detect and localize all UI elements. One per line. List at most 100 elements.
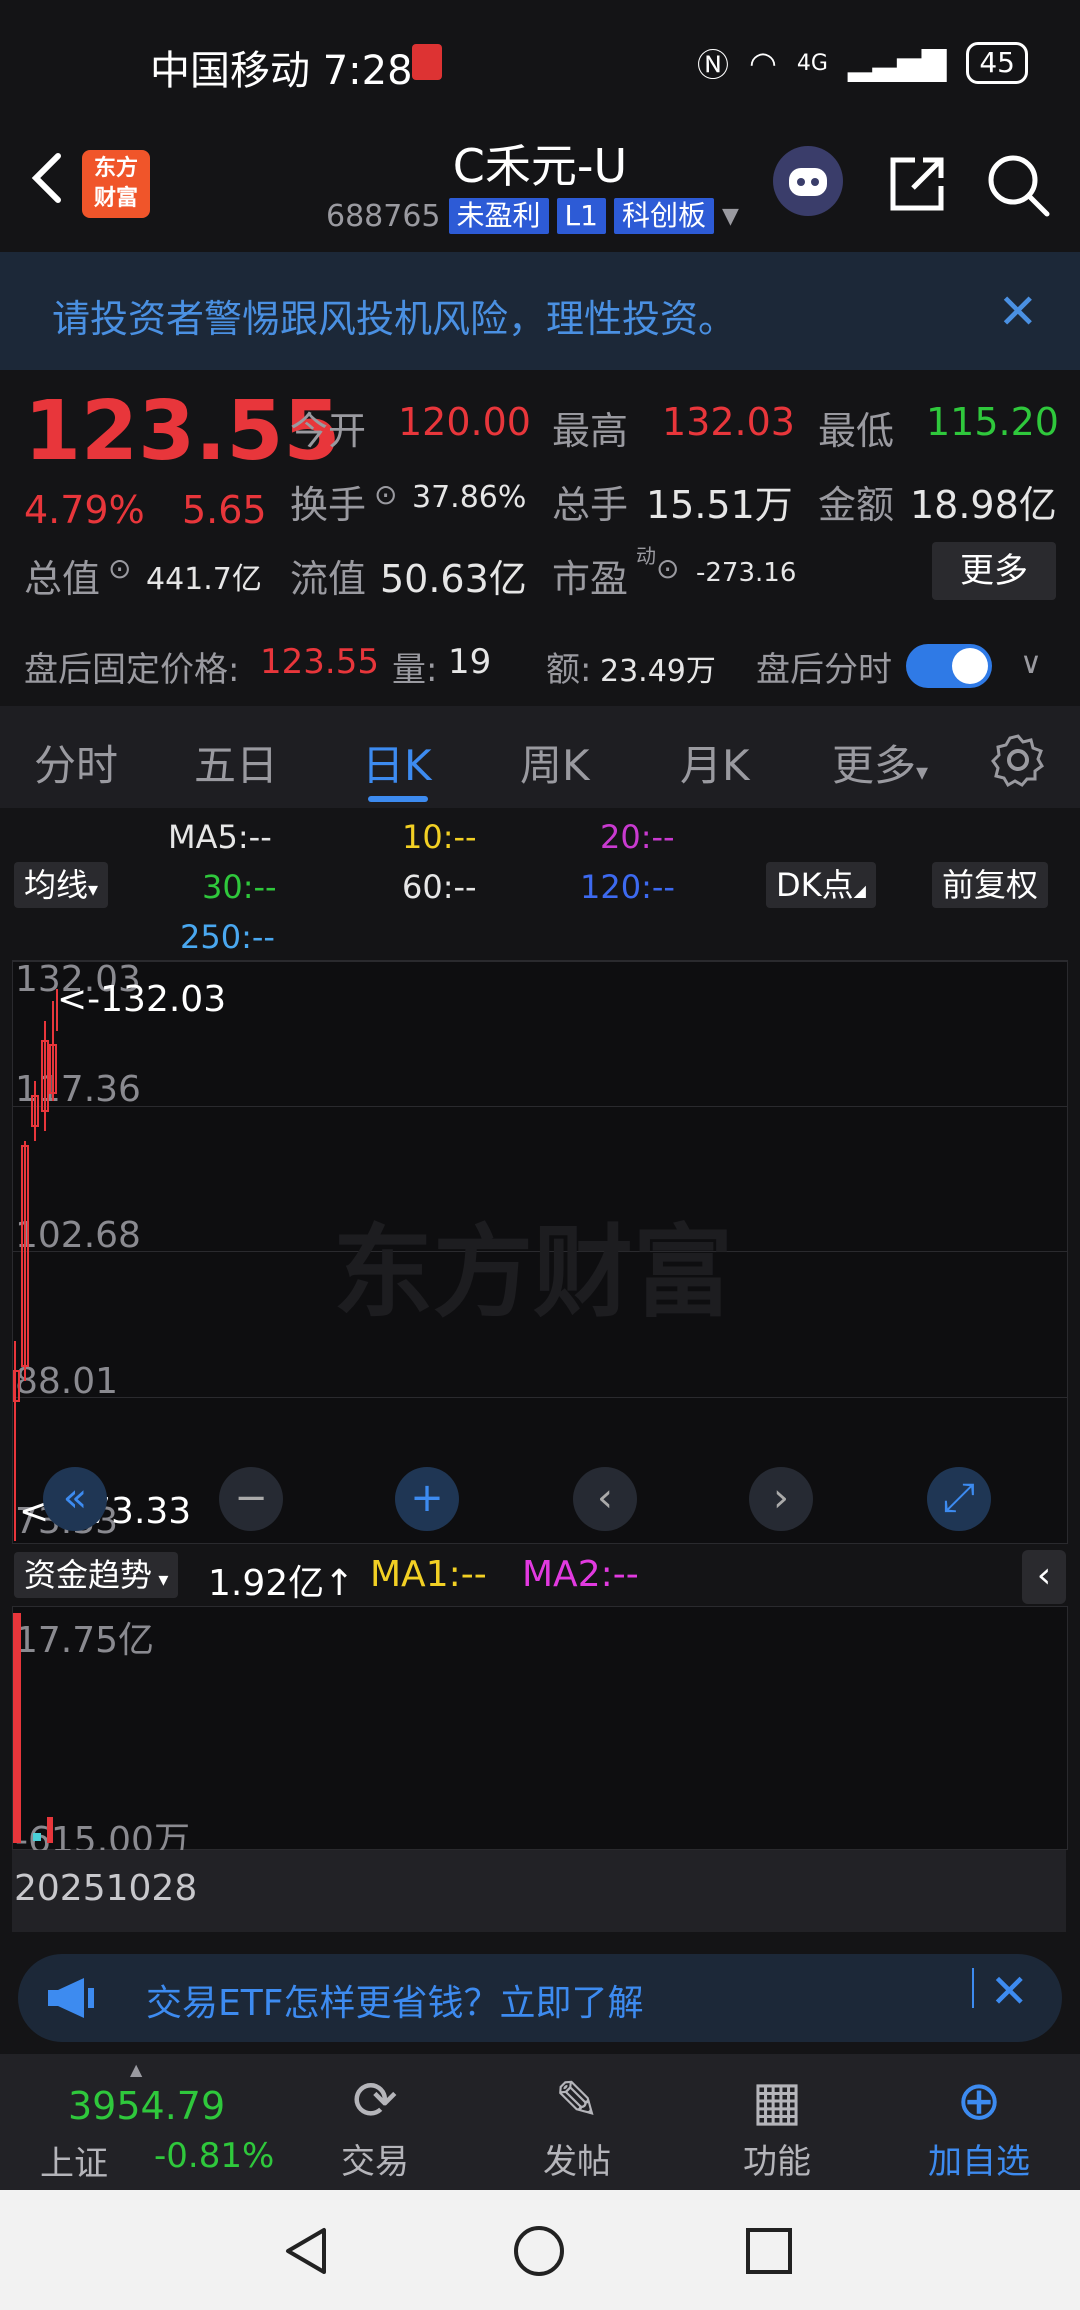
tab-intraday[interactable]: 分时: [34, 732, 118, 793]
fullscreen-icon[interactable]: ⤢: [927, 1467, 991, 1531]
capital-flow-chart[interactable]: 17.75亿 -615.00万: [12, 1606, 1068, 1861]
turnover-label: 换手: [290, 483, 367, 527]
change-amount: 5.65: [182, 488, 267, 532]
chevron-down-icon[interactable]: ∨: [1020, 646, 1042, 681]
flow-value: 1.92亿↑: [208, 1563, 355, 1604]
max-price-marker: <-132.03: [57, 979, 227, 1020]
tag-unprofitable: 未盈利: [448, 198, 549, 234]
kline-chart[interactable]: 东方财富 132.03 117.36 102.68 88.01 73.33 <-…: [12, 959, 1068, 1544]
scroll-right-icon[interactable]: ›: [749, 1467, 813, 1531]
high-label: 最高: [552, 409, 629, 453]
chart-tabs: 分时 五日 日K 周K 月K 更多▾: [0, 706, 1080, 808]
ma20-value: 20:--: [600, 818, 675, 856]
chevron-down-icon: ▼: [721, 203, 739, 229]
signal-icon: ▂▃▅▇: [847, 44, 947, 82]
close-icon[interactable]: ✕: [998, 284, 1038, 340]
turnover-value: 37.86%: [412, 480, 527, 515]
low-value: 115.20: [926, 400, 1059, 444]
after-hours-toggle[interactable]: [906, 644, 992, 688]
flow-selector[interactable]: 资金趋势 ▾: [14, 1552, 179, 1598]
stock-code: 688765: [326, 198, 441, 234]
more-button[interactable]: 更多: [932, 542, 1056, 600]
info-icon[interactable]: ⊙: [656, 552, 679, 585]
settings-gear-icon[interactable]: [990, 732, 1046, 788]
watermark: 东方财富: [333, 1214, 733, 1331]
zoom-in-icon[interactable]: +: [395, 1467, 459, 1531]
promo-text: 交易ETF怎样更省钱？立即了解: [146, 1983, 644, 2024]
scroll-left-icon[interactable]: ‹: [573, 1467, 637, 1531]
megaphone-icon: [48, 1978, 94, 2018]
collapse-chevron-icon[interactable]: ‹: [1022, 1550, 1066, 1604]
plus-circle-icon: ⊕: [956, 2069, 1002, 2132]
ma-selector[interactable]: 均线▾: [14, 862, 109, 908]
divider: [972, 1968, 974, 2008]
gridline: [13, 961, 1067, 962]
robot-assistant-icon[interactable]: [773, 146, 843, 216]
flow-ma1: MA1:--: [370, 1554, 487, 1595]
nav-recents-icon[interactable]: [744, 2226, 794, 2276]
carrier-time: 中国移动 7:28: [150, 48, 413, 94]
network-type: 4G: [796, 50, 828, 76]
post-button[interactable]: ✎ 发帖: [502, 2068, 652, 2183]
after-hours-amt-label: 额:: [546, 650, 592, 690]
volume-value: 15.51万: [646, 483, 793, 527]
change-percent: 4.79%: [24, 488, 145, 532]
index-value[interactable]: 3954.79: [68, 2084, 225, 2128]
promo-banner[interactable]: 交易ETF怎样更省钱？立即了解 ✕: [18, 1954, 1062, 2042]
index-change[interactable]: -0.81%: [154, 2136, 274, 2176]
chart-date: 20251028: [14, 1868, 198, 1909]
high-value: 132.03: [662, 400, 795, 444]
float-label: 流值: [290, 557, 367, 601]
mktcap-label: 总值: [24, 557, 101, 601]
flow-ma2: MA2:--: [522, 1554, 639, 1595]
edit-icon: ✎: [554, 2069, 600, 2132]
tab-more[interactable]: 更多▾: [832, 732, 928, 793]
amount-value: 18.98亿: [910, 483, 1057, 527]
scroll-left-fast-icon[interactable]: «: [43, 1467, 107, 1531]
status-bar: 中国移动 7:28 Ⓝ ◠ 4G ▂▃▅▇ 45: [0, 0, 1080, 130]
ma250-value: 250:--: [180, 918, 275, 956]
pe-dynamic-marker: 动: [636, 544, 656, 568]
close-icon[interactable]: ✕: [990, 1964, 1029, 2018]
risk-warning-banner: 请投资者警惕跟风投机风险，理性投资。 ✕: [0, 252, 1080, 370]
add-watchlist-button[interactable]: ⊕ 加自选: [904, 2068, 1054, 2183]
system-navigation-bar: [0, 2190, 1080, 2310]
ma120-value: 120:--: [580, 868, 675, 906]
after-hours-price: 123.55: [260, 642, 379, 682]
functions-button[interactable]: ▦ 功能: [702, 2068, 852, 2183]
tag-board: 科创板: [613, 198, 714, 234]
ma30-value: 30:--: [202, 868, 277, 906]
pe-label: 市盈: [552, 557, 629, 601]
capital-flow-header: 资金趋势 ▾ 1.92亿↑ MA1:-- MA2:-- ‹: [12, 1544, 1066, 1606]
trade-button[interactable]: ⟳ 交易: [300, 2068, 450, 2183]
volume-label: 总手: [552, 483, 629, 527]
mktcap-value: 441.7亿: [146, 562, 262, 597]
tab-five-day[interactable]: 五日: [194, 732, 278, 793]
zoom-out-icon[interactable]: −: [219, 1467, 283, 1531]
grid-icon: ▦: [751, 2069, 803, 2132]
battery-icon: 45: [966, 42, 1028, 84]
stock-subinfo[interactable]: 688765 未盈利 L1 科创板 ▼: [326, 198, 739, 234]
index-name[interactable]: 上证: [40, 2136, 108, 2185]
nav-home-icon[interactable]: [512, 2224, 566, 2278]
huawei-app-icon: [412, 44, 442, 80]
open-value: 120.00: [398, 400, 531, 444]
share-icon[interactable]: [885, 152, 949, 216]
tab-weekly-k[interactable]: 周K: [520, 732, 590, 793]
info-icon[interactable]: ⊙: [374, 478, 397, 511]
pe-value: -273.16: [696, 558, 797, 588]
tab-monthly-k[interactable]: 月K: [680, 732, 750, 793]
yen-exchange-icon: ⟳: [352, 2069, 398, 2132]
tag-level: L1: [556, 198, 606, 234]
nfc-icon: Ⓝ: [696, 46, 729, 84]
caret-up-icon: ▲: [130, 2060, 143, 2079]
search-icon[interactable]: [985, 152, 1051, 218]
adjust-selector[interactable]: 前复权: [932, 862, 1049, 908]
info-icon[interactable]: ⊙: [108, 552, 131, 585]
open-label: 今开: [290, 409, 367, 453]
gridline: [13, 1397, 1067, 1398]
risk-warning-text: 请投资者警惕跟风投机风险，理性投资。: [52, 297, 737, 341]
nav-back-icon[interactable]: [282, 2226, 332, 2276]
dk-point-selector[interactable]: DK点◢: [766, 862, 876, 908]
tab-daily-k[interactable]: 日K: [362, 732, 432, 793]
